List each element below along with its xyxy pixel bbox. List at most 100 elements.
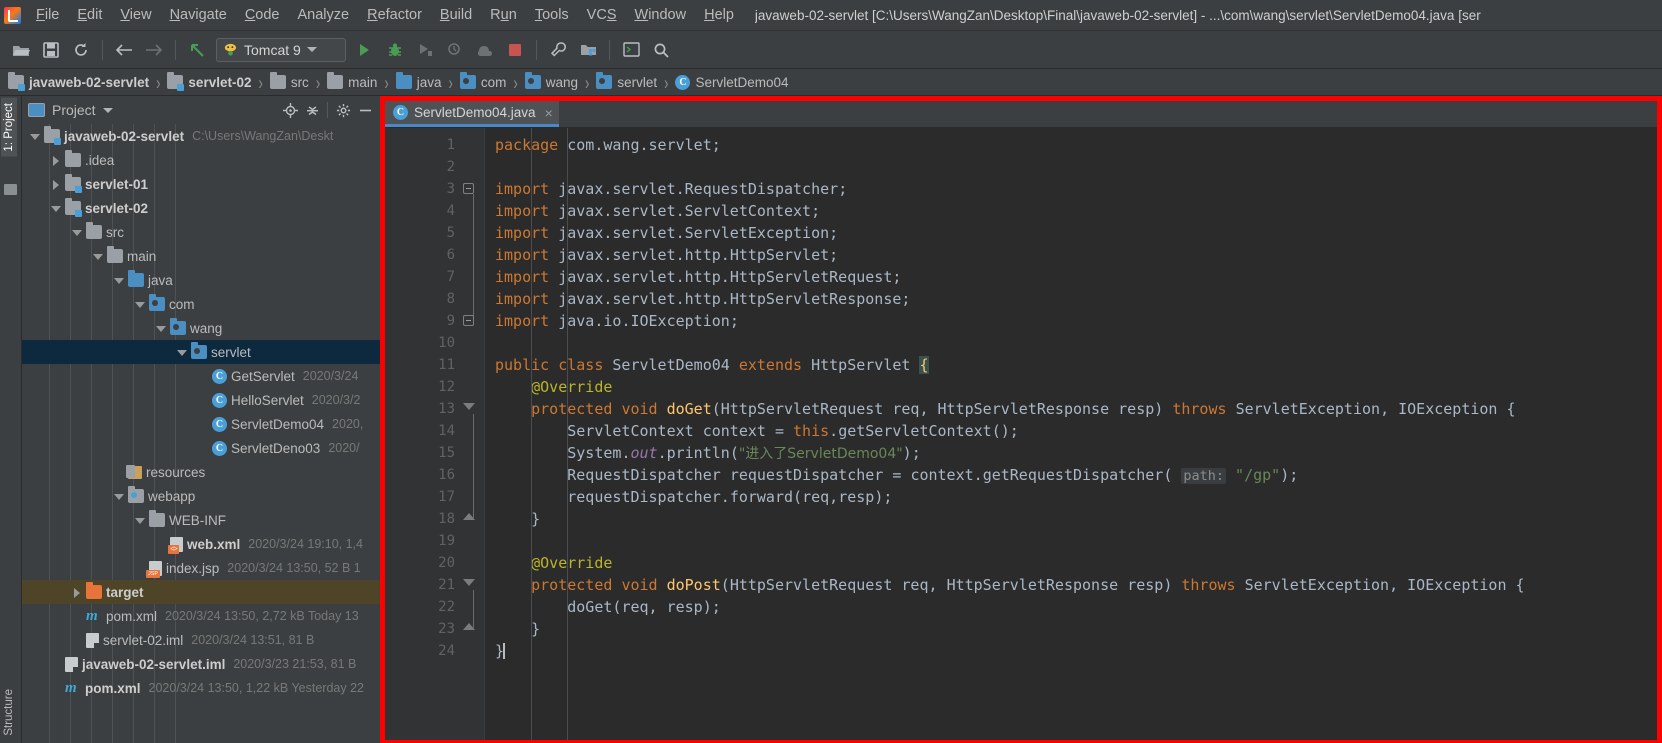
menu-item-code[interactable]: Code — [236, 4, 289, 27]
chevron-down-icon[interactable] — [133, 513, 147, 527]
code-line[interactable]: import javax.servlet.ServletContext; — [495, 200, 1657, 222]
code-editor[interactable]: 1 2 3 4 5 6 7 8 9 10 11 12 13 14 15 16 17 18 19 20 21 22 23 24 … — [385, 128, 1657, 740]
tool-window-icon[interactable] — [4, 184, 17, 195]
project-structure-icon[interactable] — [575, 37, 601, 63]
terminal-icon[interactable] — [618, 37, 644, 63]
tree-node-webapp[interactable]: webapp — [22, 484, 380, 508]
menu-item-help[interactable]: Help — [695, 4, 743, 27]
tree-node-web-inf[interactable]: WEB-INF — [22, 508, 380, 532]
chevron-down-icon[interactable] — [102, 107, 113, 113]
tree-node-com[interactable]: com — [22, 292, 380, 316]
chevron-down-icon[interactable] — [28, 129, 42, 143]
search-everywhere-icon[interactable] — [648, 37, 674, 63]
code-line[interactable]: protected void doGet(HttpServletRequest … — [495, 398, 1657, 420]
chevron-right-icon[interactable] — [70, 585, 84, 599]
chevron-right-icon[interactable] — [49, 177, 63, 191]
open-project-icon[interactable] — [8, 37, 34, 63]
menu-item-tools[interactable]: Tools — [526, 4, 578, 27]
code-folding-column[interactable] — [463, 128, 485, 740]
tree-node-wang[interactable]: wang — [22, 316, 380, 340]
settings-wrench-icon[interactable] — [545, 37, 571, 63]
menu-item-refactor[interactable]: Refactor — [358, 4, 431, 27]
code-line[interactable]: RequestDispatcher requestDispatcher = co… — [495, 464, 1657, 486]
fold-method-start-icon[interactable] — [463, 579, 475, 586]
chevron-down-icon[interactable] — [112, 273, 126, 287]
chevron-down-icon[interactable] — [133, 297, 147, 311]
breadcrumb-item-wang[interactable]: wang — [524, 72, 578, 90]
source-code-text[interactable]: package com.wang.servlet; import javax.s… — [485, 128, 1657, 740]
tree-node-index-jsp[interactable]: JSP index.jsp 2020/3/24 13:50, 52 B 1 — [22, 556, 380, 580]
editor-tab-servletdemo04[interactable]: C ServletDemo04.java × — [385, 101, 559, 127]
code-line[interactable]: import javax.servlet.http.HttpServletRes… — [495, 288, 1657, 310]
code-line[interactable]: @Override — [495, 376, 1657, 398]
code-line[interactable]: requestDispatcher.forward(req,resp); — [495, 486, 1657, 508]
tool-window-tab-project[interactable]: 1: Project — [1, 98, 17, 157]
fold-method-end-icon[interactable] — [463, 623, 475, 630]
breadcrumb-item-servlet[interactable]: servlet — [596, 72, 657, 90]
breadcrumb-item-java[interactable]: java — [395, 72, 442, 90]
tree-node-servlet-02[interactable]: servlet-02 — [22, 196, 380, 220]
locate-icon[interactable] — [279, 99, 301, 121]
hide-icon[interactable] — [354, 99, 376, 121]
tree-node-javaweb-02-servlet[interactable]: javaweb-02-servlet C:\Users\WangZan\Deskt — [22, 124, 380, 148]
chevron-down-icon[interactable] — [49, 201, 63, 215]
code-line[interactable]: import javax.servlet.http.HttpServletReq… — [495, 266, 1657, 288]
breadcrumb-item-main[interactable]: main — [327, 72, 377, 90]
menu-item-analyze[interactable]: Analyze — [289, 4, 359, 27]
code-line[interactable]: import javax.servlet.http.HttpServlet; — [495, 244, 1657, 266]
stop-icon[interactable] — [502, 37, 528, 63]
chevron-down-icon[interactable] — [306, 47, 317, 52]
code-line[interactable]: import java.io.IOException; — [495, 310, 1657, 332]
breadcrumb-item-servletdemo04[interactable]: C ServletDemo04 — [675, 74, 789, 90]
undo-arrow-icon[interactable] — [184, 37, 210, 63]
tree-node-main[interactable]: main — [22, 244, 380, 268]
breadcrumb-item-src[interactable]: src — [269, 72, 309, 90]
menu-item-edit[interactable]: Edit — [68, 4, 111, 27]
tree-node-pom-xml[interactable]: m pom.xml 2020/3/24 13:50, 2,72 kB Today 1… — [22, 604, 380, 628]
fold-method-end-icon[interactable] — [463, 513, 475, 520]
menu-item-vcs[interactable]: VCS — [578, 4, 626, 27]
close-icon[interactable]: × — [545, 106, 553, 120]
code-line[interactable]: ServletContext context = this.getServlet… — [495, 420, 1657, 442]
menu-item-build[interactable]: Build — [431, 4, 481, 27]
code-line[interactable]: } — [495, 508, 1657, 530]
fold-collapse-icon[interactable] — [463, 183, 474, 194]
fold-collapse-icon[interactable] — [463, 315, 474, 326]
tree-node-pom-xml[interactable]: m pom.xml 2020/3/24 13:50, 1,22 kB Yesterd… — [22, 676, 380, 700]
forward-icon[interactable] — [141, 37, 167, 63]
chevron-down-icon[interactable] — [91, 249, 105, 263]
breadcrumb-item-servlet-02[interactable]: servlet-02 — [167, 72, 251, 91]
profile-icon[interactable] — [442, 37, 468, 63]
menu-item-view[interactable]: View — [111, 4, 160, 27]
run-with-coverage-icon[interactable] — [412, 37, 438, 63]
settings-gear-icon[interactable] — [332, 99, 354, 121]
tree-node-src[interactable]: src — [22, 220, 380, 244]
chevron-down-icon[interactable] — [175, 345, 189, 359]
collapse-all-icon[interactable] — [301, 99, 323, 121]
menu-item-navigate[interactable]: Navigate — [161, 4, 236, 27]
chevron-down-icon[interactable] — [154, 321, 168, 335]
tree-node-servletdeno03[interactable]: C ServletDeno03 2020/ — [22, 436, 380, 460]
tree-node-servlet[interactable]: servlet — [22, 340, 380, 364]
back-icon[interactable] — [111, 37, 137, 63]
menu-item-run[interactable]: Run — [481, 4, 526, 27]
tool-window-tab-structure[interactable]: Structure — [1, 684, 17, 741]
chevron-right-icon[interactable] — [49, 153, 63, 167]
code-line[interactable] — [495, 530, 1657, 552]
update-application-icon[interactable] — [472, 37, 498, 63]
breadcrumb-item-javaweb-02-servlet[interactable]: javaweb-02-servlet — [8, 72, 149, 91]
code-line[interactable]: import javax.servlet.RequestDispatcher; — [495, 178, 1657, 200]
code-line[interactable]: protected void doPost(HttpServletRequest… — [495, 574, 1657, 596]
tree-node-helloservlet[interactable]: C HelloServlet 2020/3/2 — [22, 388, 380, 412]
code-line[interactable] — [495, 156, 1657, 178]
sync-icon[interactable] — [68, 37, 94, 63]
chevron-down-icon[interactable] — [112, 489, 126, 503]
code-line[interactable]: } — [495, 640, 1657, 662]
chevron-down-icon[interactable] — [70, 225, 84, 239]
code-line[interactable]: public class ServletDemo04 extends HttpS… — [495, 354, 1657, 376]
fold-method-start-icon[interactable] — [463, 403, 475, 410]
code-line[interactable]: } — [495, 618, 1657, 640]
run-icon[interactable] — [352, 37, 378, 63]
tree-node-resources[interactable]: resources — [22, 460, 380, 484]
tree-node-getservlet[interactable]: C GetServlet 2020/3/24 — [22, 364, 380, 388]
